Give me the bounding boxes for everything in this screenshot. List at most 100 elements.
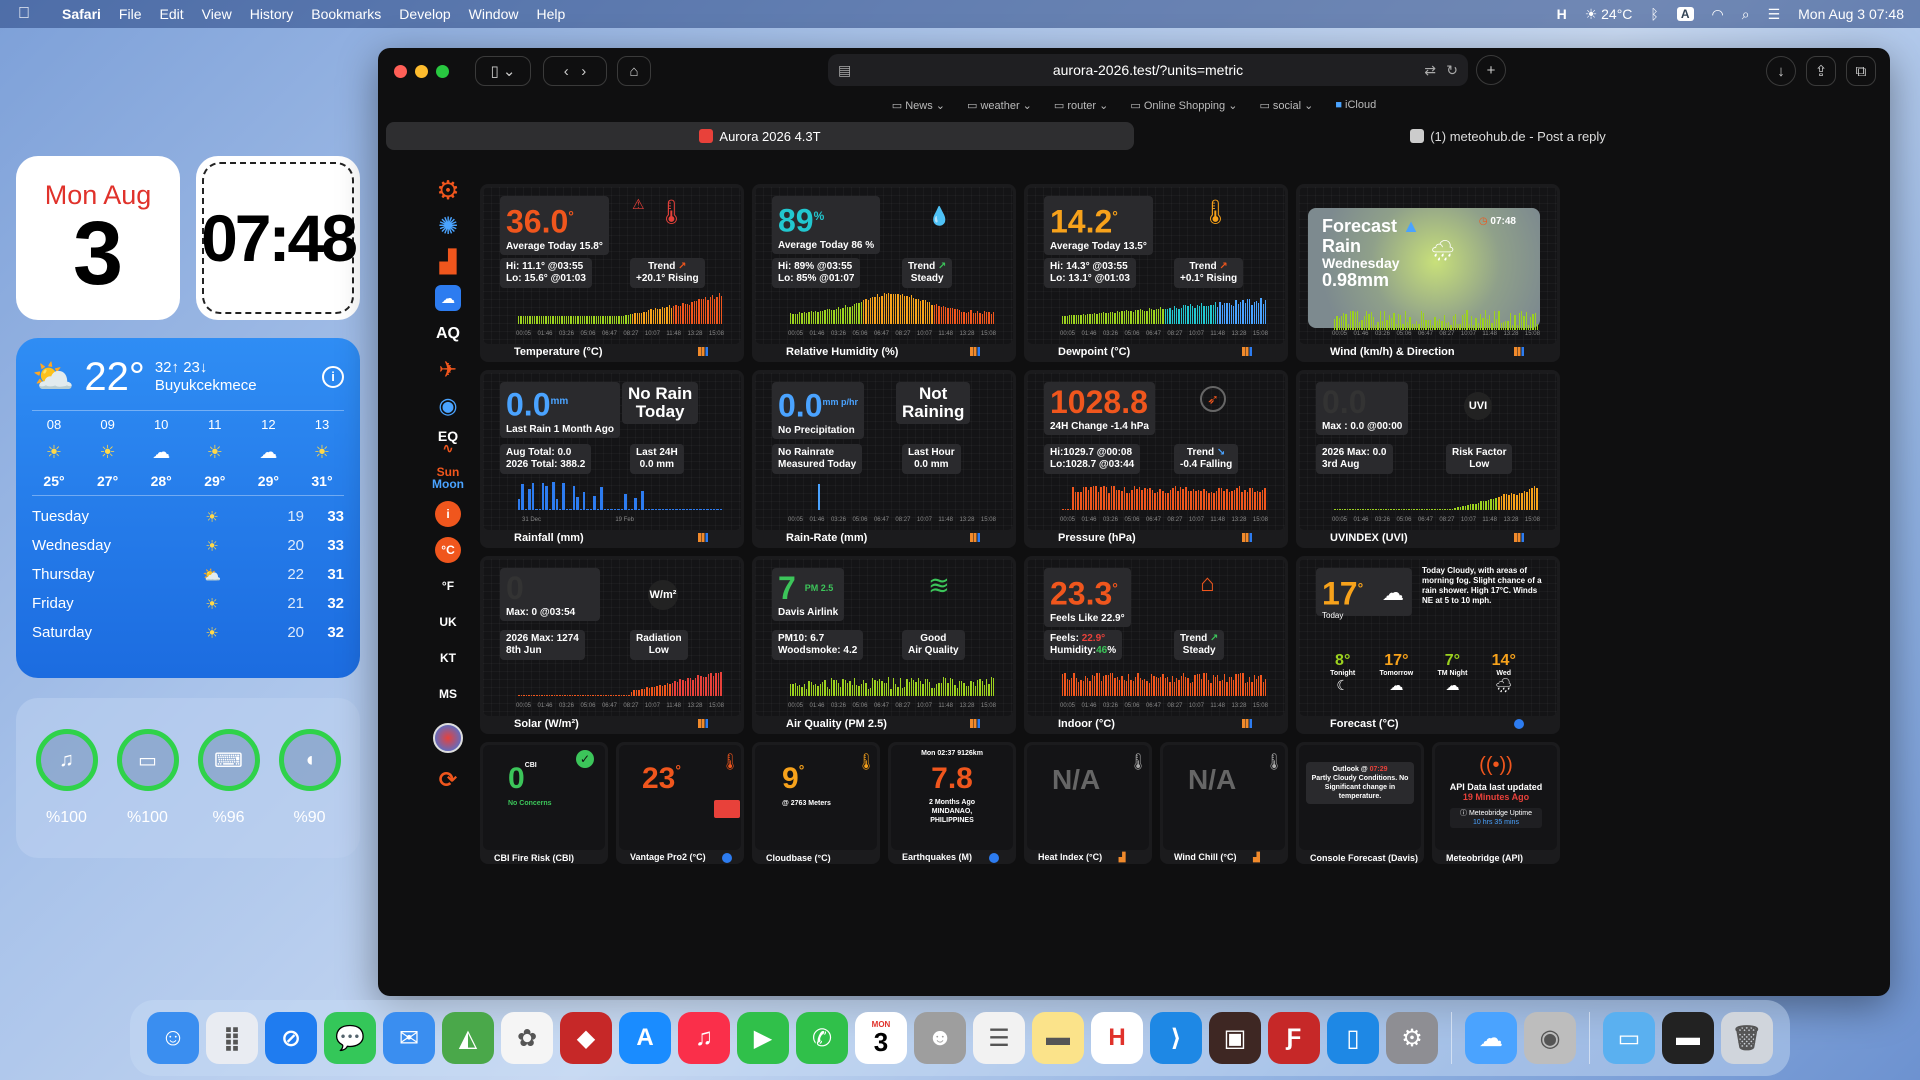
menu-view[interactable]: View (202, 6, 232, 22)
unit-fahrenheit-button[interactable]: °F (428, 568, 468, 604)
new-tab-button[interactable]: + (1476, 55, 1506, 85)
info-button[interactable]: i (428, 496, 468, 532)
dock-reminders-icon[interactable]: ☰ (973, 1012, 1025, 1064)
chart-icon[interactable]: ▟ (1119, 852, 1126, 862)
earthquake-card[interactable]: Mon 02:37 9126km 7.8 2 Months Ago MINDANA… (888, 742, 1016, 864)
chart-icon[interactable]: ▟ (1253, 852, 1260, 862)
rainfall-card[interactable]: 0.0mm Last Rain 1 Month Ago No Rain Today … (480, 370, 744, 548)
control-center-icon[interactable]: ☰ (1768, 6, 1781, 23)
forecast-card[interactable]: 17° Today ☁ Today Cloudy, with areas of mo… (1296, 556, 1560, 734)
console-forecast-card[interactable]: Outlook @ 07:29 Partly Cloudy Conditions… (1296, 742, 1424, 864)
sidebar-sun-moon[interactable]: Sun Moon (428, 460, 468, 496)
unit-ms-button[interactable]: MS (428, 676, 468, 712)
airquality-card[interactable]: 7 PM 2.5 Davis Airlink ≋ PM10: 6.7 Woodsmo… (752, 556, 1016, 734)
dock-app-icon[interactable]: ▣ (1209, 1012, 1261, 1064)
chart-icon[interactable] (1242, 533, 1252, 542)
aurora-logo-icon[interactable] (428, 720, 468, 756)
sidebar-toggle-button[interactable]: ▯ ⌄ (475, 56, 531, 86)
chart-icon[interactable] (1514, 533, 1524, 542)
calendar-widget[interactable]: Mon Aug 3 (16, 156, 180, 320)
humidity-card[interactable]: 89% Average Today 86 % 💧 Hi: 89% @03:55 Lo… (752, 184, 1016, 362)
tab-overview-icon[interactable]: ⧉ (1846, 56, 1876, 86)
unit-kt-button[interactable]: KT (428, 640, 468, 676)
batteries-widget[interactable]: ♫ %100 ▭ %100 ⌨ %96 ◖ %90 (16, 698, 360, 858)
dock-trash-icon[interactable]: 🗑 (1721, 1012, 1773, 1064)
bookmark-folder-weather[interactable]: ▭ weather ⌄ (967, 99, 1032, 112)
menu-bookmarks[interactable]: Bookmarks (311, 6, 381, 22)
webcam-icon[interactable]: ◉ (428, 388, 468, 424)
chart-icon[interactable] (970, 533, 980, 542)
menu-develop[interactable]: Develop (399, 6, 450, 22)
chart-icon[interactable] (970, 719, 980, 728)
rainrate-card[interactable]: 0.0mm p/hr No Precipitation Not Raining No… (752, 370, 1016, 548)
dock-contacts-icon[interactable]: ☻ (914, 1012, 966, 1064)
sidebar-aq[interactable]: AQ (428, 316, 468, 352)
vantage-card[interactable]: 23° 🌡 Vantage Pro2 (°C) (616, 742, 744, 864)
menu-edit[interactable]: Edit (159, 6, 183, 22)
add-icon[interactable] (722, 853, 733, 863)
dock-disk-icon[interactable]: ◉ (1524, 1012, 1576, 1064)
dock-calendar-icon[interactable]: MON 3 (855, 1012, 907, 1064)
weather-widget[interactable]: ⛅ 22° 32↑ 23↓ Buyukcekmece i 08 ☀ 25° 09 ☀ 27… (16, 338, 360, 678)
bookmark-folder-news[interactable]: ▭ News ⌄ (892, 99, 945, 112)
refresh-icon[interactable]: ⟳ (428, 762, 468, 798)
dock-mail-icon[interactable]: ✉ (383, 1012, 435, 1064)
sun-theme-icon[interactable]: ✺ (428, 208, 468, 244)
wind-card[interactable]: Forecast ▲ Rain Wednesday 0.98mm 🌧 ◷ 07:… (1296, 184, 1560, 362)
tab-aurora[interactable]: Aurora 2026 4.3T (386, 122, 1134, 150)
dock-notes-icon[interactable]: ▬ (1032, 1012, 1084, 1064)
add-icon[interactable] (988, 853, 999, 863)
pressure-card[interactable]: 1028.8 24H Change -1.4 hPa ➶ Hi:1029.7 @0… (1024, 370, 1288, 548)
bookmark-folder-social[interactable]: ▭ social ⌄ (1259, 99, 1313, 112)
menu-app-name[interactable]: Safari (62, 6, 101, 22)
bookmark-folder-shopping[interactable]: ▭ Online Shopping ⌄ (1130, 99, 1237, 112)
cbi-card[interactable]: 0CBI No Concerns ✓ CBI Fire Risk (CBI) (480, 742, 608, 864)
menu-file[interactable]: File (119, 6, 142, 22)
zoom-window-button[interactable] (436, 64, 449, 78)
chart-icon[interactable] (698, 347, 708, 356)
dock-configurator-icon[interactable]: ▯ (1327, 1012, 1379, 1064)
dock-messages-icon[interactable]: 💬 (324, 1012, 376, 1064)
chart-icon[interactable] (970, 347, 980, 356)
minimize-window-button[interactable] (415, 64, 428, 78)
dewpoint-card[interactable]: 14.2° Average Today 13.5° 🌡 Hi: 14.3° @03… (1024, 184, 1288, 362)
menu-help[interactable]: Help (536, 6, 565, 22)
airplane-icon[interactable]: ✈ (428, 352, 468, 388)
dock-h-icon[interactable]: H (1091, 1012, 1143, 1064)
bookmark-icloud[interactable]: ■ iCloud (1335, 99, 1376, 111)
reload-icon[interactable]: ↻ (1446, 62, 1458, 79)
indoor-card[interactable]: 23.3° Feels Like 22.9° ⌂ Feels: 22.9° Humi… (1024, 556, 1288, 734)
back-forward-buttons[interactable]: ‹ › (543, 56, 607, 86)
dock-weather-icon[interactable]: ☁ (1465, 1012, 1517, 1064)
input-source-icon[interactable]: A (1676, 7, 1694, 21)
dock-safari-icon[interactable]: ⊘ (265, 1012, 317, 1064)
dock-phone-icon[interactable]: ✆ (796, 1012, 848, 1064)
translate-icon[interactable]: ⇄ (1424, 62, 1436, 79)
page-settings-icon[interactable]: ▤ (838, 62, 851, 79)
dock-filezilla-icon[interactable]: Ƒ (1268, 1012, 1320, 1064)
weather-menubar-item[interactable]: ☀ 24°C (1585, 6, 1633, 23)
chart-icon[interactable] (698, 719, 708, 728)
chart-icon[interactable] (1242, 347, 1252, 356)
uv-card[interactable]: 0.0 Max : 0.0 @00:00 UVI 2026 Max: 0.0 3rd… (1296, 370, 1560, 548)
solar-card[interactable]: 0 Max: 0 @03:54 W/m² 2026 Max: 1274 8th Ju… (480, 556, 744, 734)
unit-uk-button[interactable]: UK (428, 604, 468, 640)
dock-terminal-icon[interactable]: ▬ (1662, 1012, 1714, 1064)
chart-icon[interactable] (698, 533, 708, 542)
settings-gear-icon[interactable]: ⚙ (428, 172, 468, 208)
dock-photos-icon[interactable]: ✿ (501, 1012, 553, 1064)
menu-window[interactable]: Window (469, 6, 519, 22)
chart-icon[interactable] (1514, 347, 1524, 356)
spotlight-search-icon[interactable]: ⌕ (1742, 6, 1750, 23)
menu-history[interactable]: History (250, 6, 294, 22)
dock-finder-icon[interactable]: ☺ (147, 1012, 199, 1064)
chart-icon[interactable] (1242, 719, 1252, 728)
dock-maps-icon[interactable]: ◭ (442, 1012, 494, 1064)
dock-downloads-icon[interactable]: ▭ (1603, 1012, 1655, 1064)
info-icon[interactable]: i (322, 366, 344, 388)
apple-menu-icon[interactable]:  (18, 5, 44, 23)
tab-meteohub[interactable]: (1) meteohub.de - Post a reply (1134, 122, 1882, 150)
windchill-card[interactable]: N/A 🌡 Wind Chill (°C) ▟ (1160, 742, 1288, 864)
menubar-clock[interactable]: Mon Aug 3 07:48 (1798, 6, 1904, 22)
bluetooth-icon[interactable]: ᛒ (1650, 6, 1658, 22)
